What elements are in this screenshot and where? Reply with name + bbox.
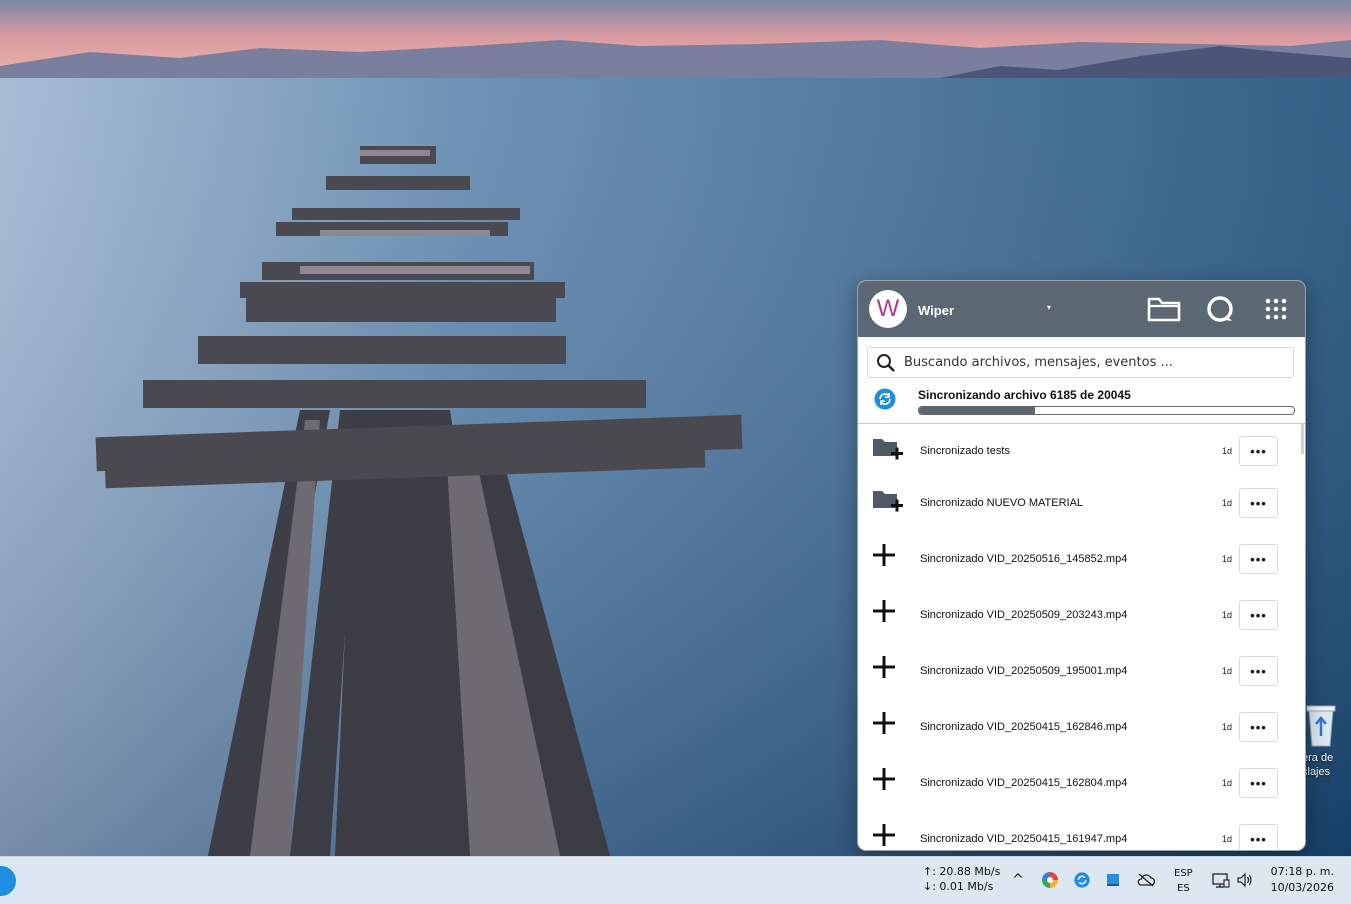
taskbar-clock[interactable]: 07:18 p. m. 10/03/2026 <box>1268 864 1334 896</box>
sync-client-window: W Wiper ▾ Buscando archivos, mensajes, e… <box>857 280 1306 851</box>
activity-more-button[interactable]: ••• <box>1239 436 1278 466</box>
sync-status-icon-wrap <box>874 388 896 415</box>
activity-text: Sincronizado NUEVO MATERIAL <box>920 497 1084 509</box>
talk-icon <box>1207 296 1233 322</box>
activity-list: Sincronizado tests 1d ••• Sincronizado NUEV… <box>858 424 1305 850</box>
plus-icon <box>872 711 896 740</box>
activity-item[interactable]: Sincronizado tests 1d ••• <box>858 424 1305 480</box>
activity-time: 1d <box>1222 610 1233 620</box>
tray-overflow-chevron-icon[interactable]: ^ <box>1009 871 1027 889</box>
activity-time: 1d <box>1222 498 1233 508</box>
activity-more-button[interactable]: ••• <box>1239 768 1278 798</box>
activity-list-scrollbar[interactable] <box>1301 424 1304 454</box>
apps-grid-icon <box>1265 298 1287 320</box>
activity-item[interactable]: Sincronizado VID_20250509_203243.mp4 1d ••… <box>858 584 1305 640</box>
taskbar: ↑: 20.88 Mb/s ↓: 0.01 Mb/s ^ ESP ES 07:1… <box>0 856 1351 904</box>
talk-button[interactable] <box>1202 293 1238 325</box>
network-speed-widget[interactable]: ↑: 20.88 Mb/s ↓: 0.01 Mb/s <box>923 864 1000 894</box>
activity-item[interactable]: Sincronizado VID_20250415_162846.mp4 1d ••… <box>858 696 1305 752</box>
search-input[interactable] <box>904 352 1284 372</box>
activity-more-button[interactable]: ••• <box>1239 544 1278 574</box>
sync-progress-bar <box>918 406 1295 415</box>
tray-volume-icon[interactable] <box>1236 871 1254 889</box>
activity-time: 1d <box>1222 446 1233 456</box>
activity-time: 1d <box>1222 554 1233 564</box>
taskbar-app-button[interactable] <box>0 866 16 896</box>
avatar-letter: W <box>876 295 900 322</box>
apps-menu-button[interactable] <box>1258 293 1294 325</box>
tray-cloud-offline-icon[interactable] <box>1137 871 1155 889</box>
cloud-off-icon <box>1137 873 1155 887</box>
avatar[interactable]: W <box>869 290 907 328</box>
search-icon <box>877 354 895 372</box>
sync-icon <box>874 388 896 410</box>
network-icon <box>1212 873 1230 888</box>
activity-text: Sincronizado VID_20250516_145852.mp4 <box>920 553 1128 565</box>
input-language-indicator[interactable]: ESP ES <box>1174 866 1193 896</box>
recycle-bin-label-line1: era de <box>1302 752 1334 764</box>
activity-more-button[interactable]: ••• <box>1239 488 1278 518</box>
folder-add-icon <box>872 434 904 467</box>
download-speed: ↓: 0.01 Mb/s <box>923 880 994 893</box>
activity-item[interactable]: Sincronizado VID_20250516_145852.mp4 1d ••… <box>858 528 1305 584</box>
sync-status-text: Sincronizando archivo 6185 de 20045 <box>918 388 1131 402</box>
activity-more-button[interactable]: ••• <box>1239 656 1278 686</box>
volume-icon <box>1237 872 1252 888</box>
activity-more-button[interactable]: ••• <box>1239 600 1278 630</box>
tray-network-icon[interactable] <box>1212 871 1230 889</box>
clock-time: 07:18 p. m. <box>1270 865 1334 878</box>
plus-icon <box>872 655 896 684</box>
activity-text: Sincronizado VID_20250415_162846.mp4 <box>920 721 1128 733</box>
popup-header: W Wiper ▾ <box>858 281 1305 337</box>
activity-time: 1d <box>1222 778 1233 788</box>
folder-icon <box>1147 297 1181 322</box>
upload-speed: ↑: 20.88 Mb/s <box>923 865 1001 878</box>
color-wheel-icon <box>1042 872 1058 888</box>
sync-tray-icon <box>1074 872 1090 888</box>
tray-sync-client-icon[interactable] <box>1073 871 1091 889</box>
folder-add-icon <box>872 486 904 519</box>
search-box[interactable] <box>867 347 1294 378</box>
activity-text: Sincronizado VID_20250415_161947.mp4 <box>920 833 1128 845</box>
recycle-bin-label: era de clajes <box>1302 751 1351 779</box>
plus-icon <box>872 823 896 850</box>
account-dropdown-caret-icon[interactable]: ▾ <box>1047 303 1051 312</box>
activity-item[interactable]: Sincronizado VID_20250415_161947.mp4 1d ••… <box>858 808 1305 850</box>
note-icon <box>1107 874 1119 886</box>
activity-item[interactable]: Sincronizado VID_20250415_162804.mp4 1d ••… <box>858 752 1305 808</box>
open-folder-button[interactable] <box>1146 293 1182 325</box>
language-primary: ESP <box>1174 868 1193 879</box>
plus-icon <box>872 599 896 628</box>
activity-item[interactable]: Sincronizado NUEVO MATERIAL 1d ••• <box>858 476 1305 532</box>
activity-text: Sincronizado tests <box>920 445 1010 457</box>
language-secondary: ES <box>1177 883 1190 894</box>
sync-progress-fill <box>919 407 1036 414</box>
tray-notes-icon[interactable] <box>1104 871 1122 889</box>
activity-item[interactable]: Sincronizado VID_20250509_195001.mp4 1d ••… <box>858 640 1305 696</box>
activity-time: 1d <box>1222 722 1233 732</box>
activity-more-button[interactable]: ••• <box>1239 824 1278 850</box>
plus-icon <box>872 543 896 572</box>
recycle-bin-icon <box>1306 705 1336 747</box>
clock-date: 10/03/2026 <box>1270 881 1334 894</box>
activity-time: 1d <box>1222 834 1233 844</box>
activity-text: Sincronizado VID_20250415_162804.mp4 <box>920 777 1128 789</box>
account-name[interactable]: Wiper <box>918 303 954 318</box>
activity-more-button[interactable]: ••• <box>1239 712 1278 742</box>
recycle-bin-label-line2: clajes <box>1302 766 1331 778</box>
activity-time: 1d <box>1222 666 1233 676</box>
activity-text: Sincronizado VID_20250509_195001.mp4 <box>920 665 1128 677</box>
activity-text: Sincronizado VID_20250509_203243.mp4 <box>920 609 1128 621</box>
plus-icon <box>872 767 896 796</box>
tray-color-app-icon[interactable] <box>1041 871 1059 889</box>
